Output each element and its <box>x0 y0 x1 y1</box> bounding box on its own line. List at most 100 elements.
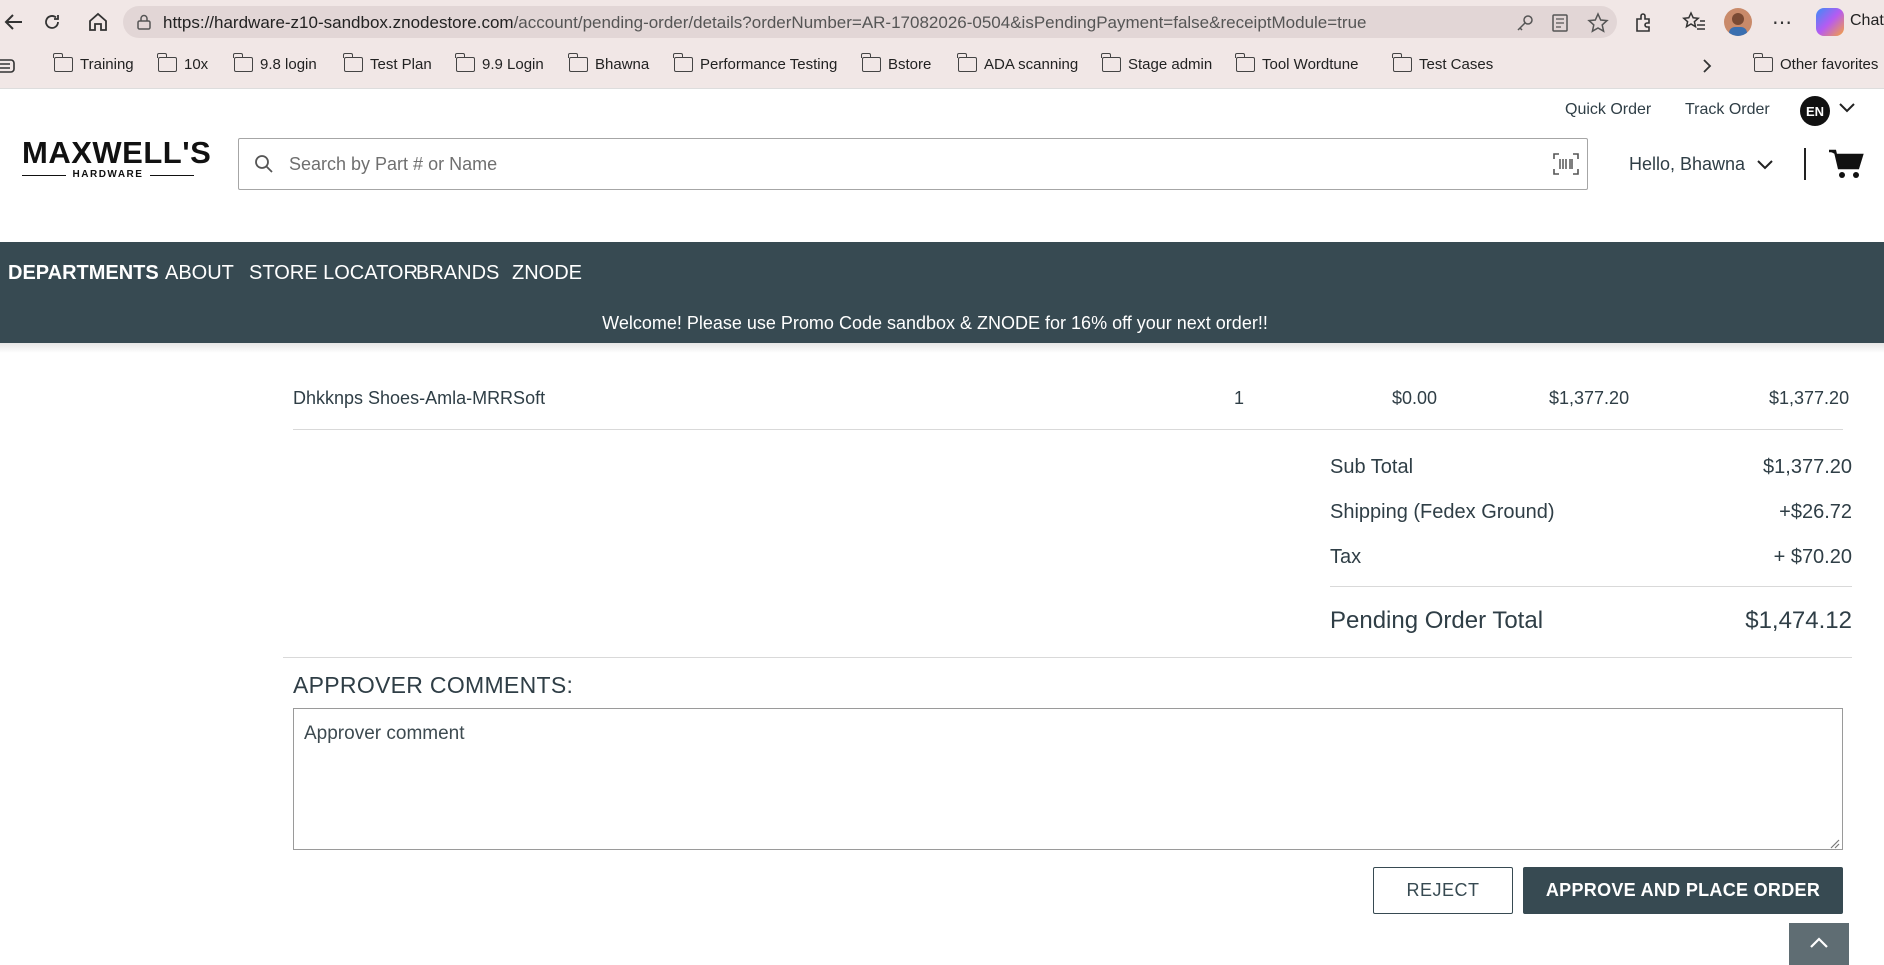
folder-icon <box>233 53 253 72</box>
bookmark-test-cases[interactable]: Test Cases <box>1392 53 1494 73</box>
bookmark-10x[interactable]: 10x <box>157 53 209 73</box>
folder-icon <box>1392 53 1412 72</box>
reader-mode-icon[interactable] <box>1551 13 1569 38</box>
bookmark-label: Tool Wordtune <box>1262 56 1359 73</box>
folder-icon <box>1101 53 1121 72</box>
order-total-label: Pending Order Total <box>1330 607 1544 634</box>
summary-divider <box>1330 586 1852 587</box>
bookmark-other-favorites[interactable]: Other favorites <box>1753 53 1879 73</box>
chevron-down-icon[interactable] <box>1838 101 1856 120</box>
folder-icon <box>343 53 363 72</box>
favorites-icon[interactable] <box>1682 11 1706 38</box>
nav-znode[interactable]: ZNODE <box>512 262 582 285</box>
lock-icon <box>135 13 153 36</box>
folder-icon <box>157 53 177 72</box>
bookmark-label: 10x <box>184 56 209 73</box>
approve-place-order-button[interactable]: APPROVE AND PLACE ORDER <box>1523 867 1843 914</box>
row-divider <box>293 429 1843 430</box>
approver-comment-textarea[interactable]: Approver comment <box>293 708 1843 850</box>
folder-icon <box>568 53 588 72</box>
refresh-icon[interactable] <box>38 8 66 36</box>
bookmark-label: Stage admin <box>1128 56 1213 73</box>
url-text: https://hardware-z10-sandbox.znodestore.… <box>163 13 1366 33</box>
bookmark-label: Bhawna <box>595 56 650 73</box>
item-price: $1,377.20 <box>1549 388 1630 408</box>
address-bar[interactable]: https://hardware-z10-sandbox.znodestore.… <box>123 6 1617 38</box>
folder-icon <box>53 53 73 72</box>
resize-handle-icon[interactable] <box>1828 836 1840 849</box>
tax-value: + $70.20 <box>1773 546 1852 568</box>
logo-main-text: MAXWELL'S <box>22 135 212 170</box>
copilot-icon[interactable] <box>1816 8 1844 36</box>
reject-button[interactable]: REJECT <box>1373 867 1513 914</box>
item-discount: $0.00 <box>1392 388 1438 408</box>
nav-brands[interactable]: BRANDS <box>416 262 499 285</box>
bookmarks-bar: Training 10x 9.8 login Test Plan 9.9 Log… <box>0 44 1884 89</box>
logo-sub-text: HARDWARE <box>22 169 194 180</box>
section-divider <box>283 657 1852 658</box>
bookmark-performance-testing[interactable]: Performance Testing <box>673 53 838 73</box>
bookmark-label: Performance Testing <box>700 56 838 73</box>
nav-departments[interactable]: DEPARTMENTS <box>8 262 159 285</box>
bookmark-bhawna[interactable]: Bhawna <box>568 53 650 73</box>
search-box <box>238 138 1588 190</box>
bookmark-tool-wordtune[interactable]: Tool Wordtune <box>1235 53 1359 73</box>
item-name[interactable]: Dhkknps Shoes-Amla-MRRSoft <box>293 388 545 409</box>
account-greeting[interactable]: Hello, Bhawna <box>1629 154 1745 175</box>
bookmark-label: Test Plan <box>370 56 432 73</box>
extensions-icon[interactable] <box>1633 11 1655 38</box>
bookmark-bstore[interactable]: Bstore <box>861 53 932 73</box>
chevron-right-icon[interactable] <box>1700 57 1714 80</box>
subtotal-label: Sub Total <box>1330 456 1414 478</box>
bookmark-label: 9.9 Login <box>482 56 544 73</box>
folder-icon <box>455 53 475 72</box>
bookmark-label: ADA scanning <box>984 56 1079 73</box>
account-chevron-down-icon[interactable] <box>1756 158 1774 177</box>
bookmark-label: 9.8 login <box>260 56 317 73</box>
folder-icon <box>957 53 977 72</box>
cart-icon[interactable] <box>1828 148 1864 185</box>
barcode-scan-icon[interactable] <box>1553 152 1579 181</box>
promo-banner: Welcome! Please use Promo Code sandbox &… <box>602 313 1268 333</box>
item-quantity: 1 <box>1234 388 1245 408</box>
header-divider <box>1804 148 1806 180</box>
approver-comments-title: APPROVER COMMENTS: <box>293 672 574 698</box>
shipping-value: +$26.72 <box>1779 501 1852 523</box>
bookmark-label: Training <box>80 56 134 73</box>
search-icon <box>254 154 274 179</box>
folder-icon <box>1753 53 1773 72</box>
bookmark-9-8-login[interactable]: 9.8 login <box>233 53 317 73</box>
bookmark-ada-scanning[interactable]: ADA scanning <box>957 53 1079 73</box>
bookmark-label: Other favorites <box>1780 56 1879 73</box>
nav-about[interactable]: ABOUT <box>165 262 234 285</box>
bookmark-training[interactable]: Training <box>53 53 134 73</box>
track-order-link[interactable]: Track Order <box>1685 101 1770 119</box>
item-total: $1,377.20 <box>1769 388 1850 408</box>
language-badge[interactable]: EN <box>1800 96 1830 126</box>
url-host: https://hardware-z10-sandbox.znodestore.… <box>163 13 514 32</box>
password-key-icon[interactable] <box>1515 13 1535 38</box>
search-input[interactable] <box>289 149 1489 179</box>
home-icon[interactable] <box>84 8 112 36</box>
tax-label: Tax <box>1330 546 1362 568</box>
chevron-up-icon <box>1808 935 1830 954</box>
scroll-to-top-button[interactable] <box>1789 923 1849 965</box>
back-icon[interactable] <box>0 8 28 36</box>
subtotal-value: $1,377.20 <box>1763 456 1852 478</box>
copilot-chat-label[interactable]: Chat <box>1850 12 1884 30</box>
favorite-star-icon[interactable] <box>1587 12 1609 39</box>
folder-icon <box>861 53 881 72</box>
quick-order-link[interactable]: Quick Order <box>1565 101 1651 119</box>
folder-icon <box>1235 53 1255 72</box>
order-total-value: $1,474.12 <box>1745 607 1852 634</box>
bookmark-label: Bstore <box>888 56 932 73</box>
bookmark-9-9-login[interactable]: 9.9 Login <box>455 53 544 73</box>
bookmark-label: Test Cases <box>1419 56 1494 73</box>
more-options-icon[interactable]: ⋯ <box>1772 10 1792 35</box>
bookmark-test-plan[interactable]: Test Plan <box>343 53 432 73</box>
bookmark-stage-admin[interactable]: Stage admin <box>1101 53 1213 73</box>
nav-store-locator[interactable]: STORE LOCATOR <box>249 262 418 285</box>
maxwells-logo[interactable]: MAXWELL'S HARDWARE <box>22 135 212 188</box>
bookmarks-bar-toggle-icon[interactable] <box>0 58 18 79</box>
profile-avatar[interactable] <box>1724 8 1752 36</box>
